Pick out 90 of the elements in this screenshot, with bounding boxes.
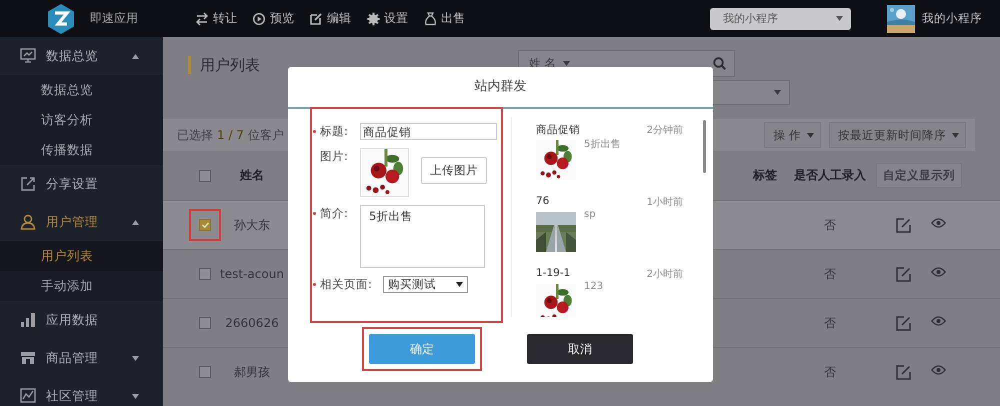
message-title: 1-19-1 (536, 267, 572, 281)
eye-icon[interactable] (931, 316, 946, 326)
sidebar-item[interactable]: 商品管理 (0, 339, 163, 377)
message-time: 1小时前 (646, 196, 683, 209)
edit-icon[interactable] (896, 316, 911, 330)
table-cell-text: 否 (823, 314, 837, 332)
edit-icon (310, 12, 323, 26)
selected-count: 1 / 7 (217, 128, 244, 142)
sidebar-subitem[interactable]: 数据总览 (0, 75, 163, 105)
eye-icon[interactable] (931, 218, 946, 228)
table-cell-text: test-acoun (219, 267, 285, 281)
eye-icon[interactable] (931, 364, 946, 374)
chart-frame-icon (20, 388, 36, 404)
app-name: 即速应用 (90, 10, 138, 27)
summary-field[interactable]: 5折出售 (360, 205, 485, 268)
table-cell-text: 否 (823, 266, 837, 282)
message-time: 2分钟前 (646, 124, 683, 137)
table-cell-text: 郝男孩 (233, 364, 271, 380)
checkbox[interactable] (199, 219, 211, 231)
account-name[interactable]: 我的小程序 (922, 11, 982, 26)
sidebar-item[interactable]: 用户管理 (0, 203, 163, 241)
selected-label: 已选择 (177, 126, 213, 144)
nav-link[interactable]: 出售 (424, 10, 465, 27)
app-select[interactable]: 我的小程序 (710, 8, 851, 30)
play-icon (253, 12, 266, 26)
sidebar-item[interactable]: 应用数据 (0, 301, 163, 339)
checkbox[interactable] (199, 366, 211, 378)
column-header: 是否人工录入 (793, 167, 867, 184)
caret-down-icon (807, 132, 814, 138)
checkbox[interactable] (199, 268, 211, 280)
field-label: 标题: (320, 123, 349, 139)
table-cell-text: 否 (823, 364, 837, 380)
table-cell-text: 2660626 (224, 316, 280, 330)
message-title: 商品促销 (536, 123, 581, 137)
column-header: 标签 (752, 167, 778, 184)
table-cell-text: 否 (823, 216, 837, 234)
person-icon (20, 214, 36, 230)
nav-link[interactable]: 转让 (196, 10, 237, 27)
caret-up-icon (132, 220, 139, 224)
monitor-icon (20, 48, 36, 64)
transfer-icon (196, 12, 209, 26)
page-title: 用户列表 (200, 56, 260, 75)
caret-down-icon (132, 394, 139, 398)
checkbox[interactable] (199, 170, 211, 182)
column-header: 姓名 (238, 167, 265, 184)
page-select[interactable]: 购买测试 (382, 276, 468, 293)
eye-icon[interactable] (931, 266, 946, 276)
sidebar-item[interactable]: 分享设置 (0, 165, 163, 203)
bar-chart-icon (20, 312, 36, 328)
search-icon (713, 57, 726, 70)
message-summary: 123 (584, 281, 604, 292)
store-icon (20, 350, 36, 366)
table-cell-text: 孙大东 (233, 216, 271, 234)
check-icon (202, 222, 208, 228)
sidebar-item[interactable]: 社区管理 (0, 377, 163, 406)
sidebar-subitem[interactable]: 传播数据 (0, 135, 163, 165)
caret-down-icon (952, 132, 959, 138)
nav-link[interactable]: 预览 (253, 10, 294, 27)
message-time: 2小时前 (646, 268, 683, 281)
caret-down-icon (132, 356, 139, 360)
message-title: 76 (536, 195, 550, 209)
customer-label: 位客户 (248, 126, 284, 144)
field-label: 图片: (320, 148, 349, 164)
caret-down-icon (836, 16, 843, 21)
settings-icon (367, 12, 380, 26)
checkbox[interactable] (199, 317, 211, 329)
share-icon (20, 176, 36, 192)
cancel-button[interactable]: 取消 (527, 334, 633, 364)
message-summary: sp (584, 209, 597, 220)
caret-up-icon (132, 54, 139, 58)
field-label: 简介: (320, 205, 349, 221)
sidebar-item[interactable]: 数据总览 (0, 37, 163, 75)
nav-link[interactable]: 设置 (367, 10, 408, 27)
message-summary: 5折出售 (584, 138, 622, 151)
sidebar-subitem[interactable]: 手动添加 (0, 271, 163, 301)
caret-down-icon (456, 282, 463, 287)
scrollbar[interactable] (703, 120, 706, 173)
sidebar-subitem[interactable]: 访客分析 (0, 105, 163, 135)
logo-icon (47, 4, 75, 34)
title-field[interactable]: 商品促销 (360, 123, 497, 140)
nav-link[interactable]: 编辑 (310, 10, 351, 27)
dialog-title: 站内群发 (288, 67, 713, 109)
upload-button[interactable]: 上传图片 (421, 157, 487, 184)
field-label: 相关页面: (320, 276, 372, 292)
sidebar-subitem[interactable]: 用户列表 (0, 241, 163, 271)
edit-icon[interactable] (896, 266, 911, 282)
money-bag-icon (424, 12, 437, 26)
edit-icon[interactable] (896, 364, 911, 380)
edit-icon[interactable] (896, 218, 911, 232)
caret-down-icon (774, 90, 781, 95)
